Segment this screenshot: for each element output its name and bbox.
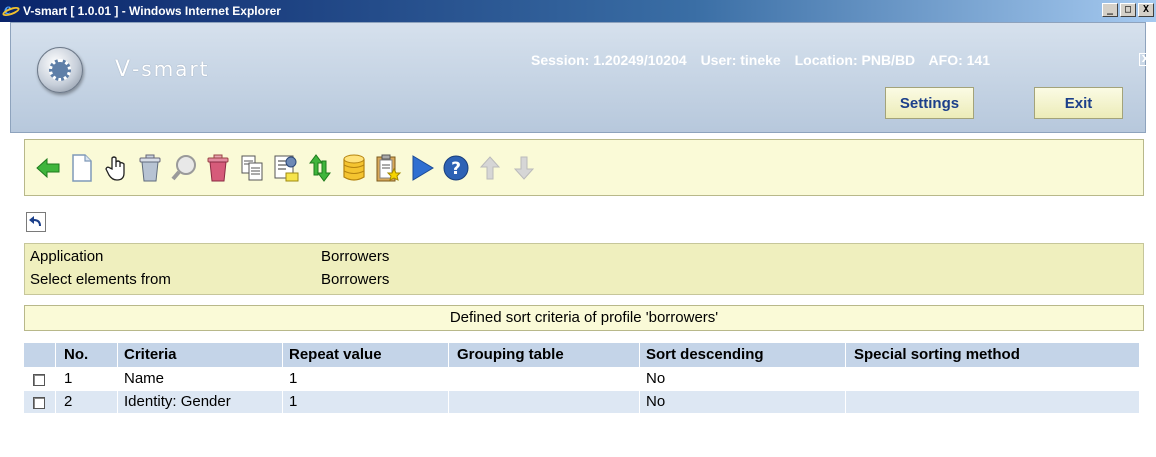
info-value: Borrowers bbox=[321, 271, 390, 288]
session-info: Session: 1.20249/10204 User: tineke Loca… bbox=[531, 52, 1000, 68]
app-header: V-smart Session: 1.20249/10204 User: tin… bbox=[10, 22, 1152, 133]
help-icon[interactable]: ? bbox=[441, 151, 471, 185]
session-afo: AFO: 141 bbox=[928, 52, 991, 68]
toolbar: ? bbox=[24, 139, 1144, 196]
window-title-bar: e V-smart [ 1.0.01 ] - Windows Internet … bbox=[0, 0, 1156, 22]
sort-criteria-table: No. Criteria Repeat value Grouping table… bbox=[24, 343, 1139, 413]
window-title: V-smart [ 1.0.01 ] - Windows Internet Ex… bbox=[23, 4, 281, 18]
cell-repeat-value: 1 bbox=[282, 391, 448, 413]
cell-sort-descending: No bbox=[639, 368, 845, 390]
delete-bin-icon[interactable] bbox=[135, 151, 165, 185]
search-icon[interactable] bbox=[169, 151, 199, 185]
maximize-button[interactable]: □ bbox=[1120, 3, 1136, 17]
copy-icon[interactable] bbox=[237, 151, 267, 185]
cell-repeat-value: 1 bbox=[282, 368, 448, 390]
info-label: Application bbox=[30, 248, 104, 265]
info-value: Borrowers bbox=[321, 248, 390, 265]
cell-criteria: Name bbox=[117, 368, 282, 390]
header-select-cell bbox=[24, 343, 55, 367]
row-checkbox[interactable] bbox=[33, 397, 45, 409]
session-user: User: tineke bbox=[700, 52, 781, 68]
cell-no: 1 bbox=[55, 368, 117, 390]
close-window-button[interactable]: X bbox=[1138, 3, 1154, 17]
cell-special-sorting bbox=[845, 368, 1139, 390]
cell-criteria: Identity: Gender bbox=[117, 391, 282, 413]
cell-grouping-table bbox=[448, 391, 639, 413]
table-header: No. Criteria Repeat value Grouping table… bbox=[24, 343, 1139, 367]
back-arrow-icon[interactable] bbox=[33, 151, 63, 185]
table-caption: Defined sort criteria of profile 'borrow… bbox=[24, 305, 1144, 331]
session-location: Location: PNB/BD bbox=[794, 52, 916, 68]
header-special-sorting: Special sorting method bbox=[845, 343, 1139, 367]
exit-button[interactable]: Exit bbox=[1034, 87, 1123, 119]
close-session-icon[interactable]: X bbox=[1139, 53, 1152, 66]
cell-special-sorting bbox=[845, 391, 1139, 413]
settings-button[interactable]: Settings bbox=[885, 87, 974, 119]
internet-explorer-icon: e bbox=[1, 1, 21, 19]
header-sort-descending: Sort descending bbox=[639, 343, 845, 367]
table-row[interactable]: 1 Name 1 No bbox=[24, 367, 1139, 390]
clipboard-icon[interactable] bbox=[373, 151, 403, 185]
arrow-down-icon[interactable] bbox=[509, 151, 539, 185]
session-id: Session: 1.20249/10204 bbox=[531, 52, 687, 68]
database-icon[interactable] bbox=[339, 151, 369, 185]
trash-red-icon[interactable] bbox=[203, 151, 233, 185]
cell-sort-descending: No bbox=[639, 391, 845, 413]
header-repeat-value: Repeat value bbox=[282, 343, 448, 367]
info-label: Select elements from bbox=[30, 271, 171, 288]
arrow-up-icon[interactable] bbox=[475, 151, 505, 185]
svg-text:?: ? bbox=[451, 159, 461, 179]
info-panel: Application Borrowers Select elements fr… bbox=[24, 243, 1144, 295]
swap-arrows-icon[interactable] bbox=[305, 151, 335, 185]
header-criteria: Criteria bbox=[117, 343, 282, 367]
table-row[interactable]: 2 Identity: Gender 1 No bbox=[24, 390, 1139, 413]
undo-icon[interactable] bbox=[26, 212, 46, 232]
properties-icon[interactable] bbox=[271, 151, 301, 185]
new-document-icon[interactable] bbox=[67, 151, 97, 185]
cell-no: 2 bbox=[55, 391, 117, 413]
row-checkbox[interactable] bbox=[33, 374, 45, 386]
vsmart-logo-icon bbox=[37, 47, 83, 93]
cell-grouping-table bbox=[448, 368, 639, 390]
header-no: No. bbox=[55, 343, 117, 367]
minimize-button[interactable]: _ bbox=[1102, 3, 1118, 17]
header-grouping-table: Grouping table bbox=[448, 343, 639, 367]
play-icon[interactable] bbox=[407, 151, 437, 185]
hand-select-icon[interactable] bbox=[101, 151, 131, 185]
brand-name: V-smart bbox=[115, 57, 210, 82]
